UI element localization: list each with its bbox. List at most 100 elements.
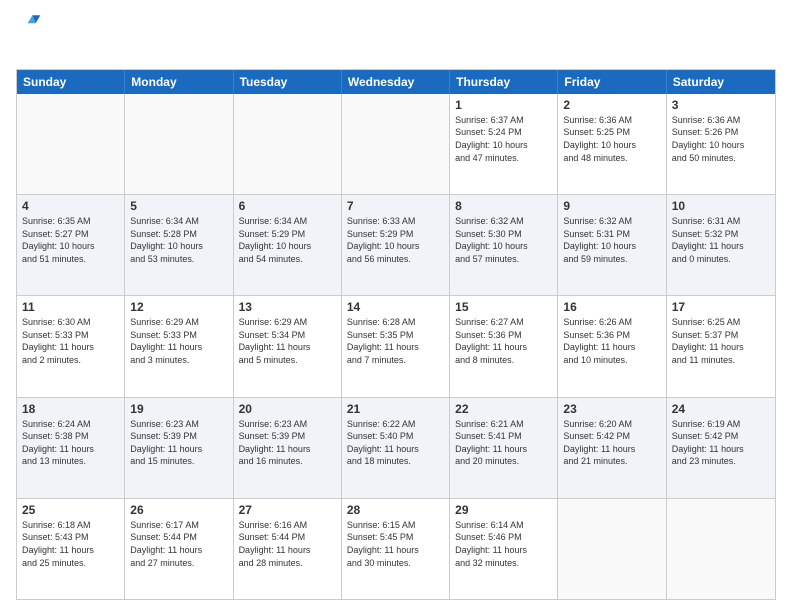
calendar-cell: 8 Sunrise: 6:32 AM Sunset: 5:30 PM Daylig… — [450, 195, 558, 295]
calendar-cell: 20 Sunrise: 6:23 AM Sunset: 5:39 PM Dayli… — [234, 398, 342, 498]
day-number: 18 — [22, 402, 119, 416]
day-info: Sunrise: 6:22 AM Sunset: 5:40 PM Dayligh… — [347, 418, 444, 468]
calendar-row-3: 18Sunrise: 6:24 AM Sunset: 5:38 PM Dayli… — [17, 397, 775, 498]
calendar-cell: 27 Sunrise: 6:16 AM Sunset: 5:44 PM Dayli… — [234, 499, 342, 599]
day-number: 6 — [239, 199, 336, 213]
day-info: Sunrise: 6:26 AM Sunset: 5:36 PM Dayligh… — [563, 316, 660, 366]
day-number: 25 — [22, 503, 119, 517]
calendar-cell: 5 Sunrise: 6:34 AM Sunset: 5:28 PM Daylig… — [125, 195, 233, 295]
logo-icon — [18, 12, 42, 36]
day-number: 23 — [563, 402, 660, 416]
day-number: 3 — [672, 98, 770, 112]
day-info: Sunrise: 6:37 AM Sunset: 5:24 PM Dayligh… — [455, 114, 552, 164]
calendar-row-2: 11Sunrise: 6:30 AM Sunset: 5:33 PM Dayli… — [17, 295, 775, 396]
calendar-cell: 17Sunrise: 6:25 AM Sunset: 5:37 PM Dayli… — [667, 296, 775, 396]
day-info: Sunrise: 6:28 AM Sunset: 5:35 PM Dayligh… — [347, 316, 444, 366]
calendar-header: SundayMondayTuesdayWednesdayThursdayFrid… — [17, 70, 775, 94]
day-info: Sunrise: 6:16 AM Sunset: 5:44 PM Dayligh… — [239, 519, 336, 569]
day-number: 26 — [130, 503, 227, 517]
day-number: 22 — [455, 402, 552, 416]
calendar-cell: 11Sunrise: 6:30 AM Sunset: 5:33 PM Dayli… — [17, 296, 125, 396]
day-number: 12 — [130, 300, 227, 314]
day-number: 7 — [347, 199, 444, 213]
day-number: 9 — [563, 199, 660, 213]
calendar-cell — [342, 94, 450, 194]
calendar: SundayMondayTuesdayWednesdayThursdayFrid… — [16, 69, 776, 600]
day-number: 29 — [455, 503, 552, 517]
calendar-cell — [667, 499, 775, 599]
calendar-cell: 15 Sunrise: 6:27 AM Sunset: 5:36 PM Dayli… — [450, 296, 558, 396]
day-info: Sunrise: 6:34 AM Sunset: 5:28 PM Dayligh… — [130, 215, 227, 265]
day-info: Sunrise: 6:21 AM Sunset: 5:41 PM Dayligh… — [455, 418, 552, 468]
day-info: Sunrise: 6:19 AM Sunset: 5:42 PM Dayligh… — [672, 418, 770, 468]
weekday-header-monday: Monday — [125, 70, 233, 94]
day-info: Sunrise: 6:17 AM Sunset: 5:44 PM Dayligh… — [130, 519, 227, 569]
calendar-cell: 19Sunrise: 6:23 AM Sunset: 5:39 PM Dayli… — [125, 398, 233, 498]
calendar-cell: 21 Sunrise: 6:22 AM Sunset: 5:40 PM Dayli… — [342, 398, 450, 498]
calendar-cell: 28 Sunrise: 6:15 AM Sunset: 5:45 PM Dayli… — [342, 499, 450, 599]
calendar-cell: 14 Sunrise: 6:28 AM Sunset: 5:35 PM Dayli… — [342, 296, 450, 396]
calendar-cell: 16 Sunrise: 6:26 AM Sunset: 5:36 PM Dayli… — [558, 296, 666, 396]
calendar-cell: 6Sunrise: 6:34 AM Sunset: 5:29 PM Daylig… — [234, 195, 342, 295]
weekday-header-sunday: Sunday — [17, 70, 125, 94]
calendar-cell — [17, 94, 125, 194]
day-info: Sunrise: 6:18 AM Sunset: 5:43 PM Dayligh… — [22, 519, 119, 569]
calendar-cell: 2 Sunrise: 6:36 AM Sunset: 5:25 PM Daylig… — [558, 94, 666, 194]
day-info: Sunrise: 6:31 AM Sunset: 5:32 PM Dayligh… — [672, 215, 770, 265]
weekday-header-wednesday: Wednesday — [342, 70, 450, 94]
day-info: Sunrise: 6:33 AM Sunset: 5:29 PM Dayligh… — [347, 215, 444, 265]
calendar-cell: 22 Sunrise: 6:21 AM Sunset: 5:41 PM Dayli… — [450, 398, 558, 498]
weekday-header-tuesday: Tuesday — [234, 70, 342, 94]
calendar-row-0: 1 Sunrise: 6:37 AM Sunset: 5:24 PM Daylig… — [17, 94, 775, 194]
day-info: Sunrise: 6:25 AM Sunset: 5:37 PM Dayligh… — [672, 316, 770, 366]
weekday-header-thursday: Thursday — [450, 70, 558, 94]
calendar-cell: 9 Sunrise: 6:32 AM Sunset: 5:31 PM Daylig… — [558, 195, 666, 295]
calendar-cell: 25 Sunrise: 6:18 AM Sunset: 5:43 PM Dayli… — [17, 499, 125, 599]
calendar-row-4: 25 Sunrise: 6:18 AM Sunset: 5:43 PM Dayli… — [17, 498, 775, 599]
day-number: 24 — [672, 402, 770, 416]
day-number: 20 — [239, 402, 336, 416]
day-number: 16 — [563, 300, 660, 314]
day-number: 11 — [22, 300, 119, 314]
logo — [16, 12, 42, 61]
calendar-cell: 7 Sunrise: 6:33 AM Sunset: 5:29 PM Daylig… — [342, 195, 450, 295]
day-info: Sunrise: 6:23 AM Sunset: 5:39 PM Dayligh… — [239, 418, 336, 468]
day-info: Sunrise: 6:20 AM Sunset: 5:42 PM Dayligh… — [563, 418, 660, 468]
day-info: Sunrise: 6:32 AM Sunset: 5:31 PM Dayligh… — [563, 215, 660, 265]
day-number: 14 — [347, 300, 444, 314]
calendar-cell: 26 Sunrise: 6:17 AM Sunset: 5:44 PM Dayli… — [125, 499, 233, 599]
day-number: 28 — [347, 503, 444, 517]
weekday-header-saturday: Saturday — [667, 70, 775, 94]
day-number: 13 — [239, 300, 336, 314]
day-info: Sunrise: 6:23 AM Sunset: 5:39 PM Dayligh… — [130, 418, 227, 468]
calendar-cell: 24 Sunrise: 6:19 AM Sunset: 5:42 PM Dayli… — [667, 398, 775, 498]
day-info: Sunrise: 6:14 AM Sunset: 5:46 PM Dayligh… — [455, 519, 552, 569]
day-number: 21 — [347, 402, 444, 416]
day-info: Sunrise: 6:36 AM Sunset: 5:26 PM Dayligh… — [672, 114, 770, 164]
calendar-cell: 18Sunrise: 6:24 AM Sunset: 5:38 PM Dayli… — [17, 398, 125, 498]
day-info: Sunrise: 6:36 AM Sunset: 5:25 PM Dayligh… — [563, 114, 660, 164]
calendar-row-1: 4 Sunrise: 6:35 AM Sunset: 5:27 PM Daylig… — [17, 194, 775, 295]
day-number: 4 — [22, 199, 119, 213]
day-number: 2 — [563, 98, 660, 112]
header — [16, 12, 776, 61]
calendar-cell — [125, 94, 233, 194]
day-info: Sunrise: 6:32 AM Sunset: 5:30 PM Dayligh… — [455, 215, 552, 265]
calendar-cell: 29 Sunrise: 6:14 AM Sunset: 5:46 PM Dayli… — [450, 499, 558, 599]
day-info: Sunrise: 6:15 AM Sunset: 5:45 PM Dayligh… — [347, 519, 444, 569]
day-number: 5 — [130, 199, 227, 213]
calendar-cell: 12 Sunrise: 6:29 AM Sunset: 5:33 PM Dayli… — [125, 296, 233, 396]
calendar-cell: 13 Sunrise: 6:29 AM Sunset: 5:34 PM Dayli… — [234, 296, 342, 396]
day-info: Sunrise: 6:35 AM Sunset: 5:27 PM Dayligh… — [22, 215, 119, 265]
day-number: 15 — [455, 300, 552, 314]
calendar-cell: 1 Sunrise: 6:37 AM Sunset: 5:24 PM Daylig… — [450, 94, 558, 194]
day-info: Sunrise: 6:29 AM Sunset: 5:33 PM Dayligh… — [130, 316, 227, 366]
calendar-cell: 4 Sunrise: 6:35 AM Sunset: 5:27 PM Daylig… — [17, 195, 125, 295]
day-number: 8 — [455, 199, 552, 213]
day-number: 27 — [239, 503, 336, 517]
day-number: 1 — [455, 98, 552, 112]
weekday-header-friday: Friday — [558, 70, 666, 94]
day-info: Sunrise: 6:29 AM Sunset: 5:34 PM Dayligh… — [239, 316, 336, 366]
calendar-cell — [558, 499, 666, 599]
day-info: Sunrise: 6:27 AM Sunset: 5:36 PM Dayligh… — [455, 316, 552, 366]
